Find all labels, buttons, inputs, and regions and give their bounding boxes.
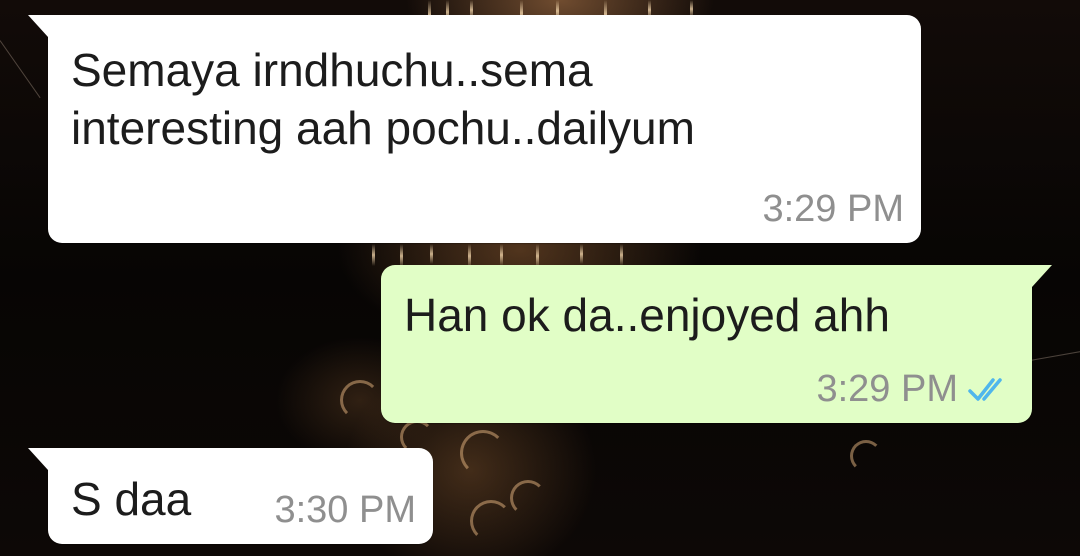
message-text: S daa (71, 473, 192, 525)
double-check-read-icon (968, 378, 1002, 401)
bubble-tail (28, 448, 48, 470)
bubble-tail (1032, 265, 1052, 287)
incoming-message[interactable]: Semaya irndhuchu..sema interesting aah p… (28, 15, 921, 243)
outgoing-message[interactable]: Han ok da..enjoyed ahh 3:29 PM (381, 265, 1052, 423)
bubble-tail (28, 15, 48, 37)
message-text: Han ok da..enjoyed ahh (404, 289, 890, 341)
message-timestamp: 3:29 PM (762, 188, 904, 230)
message-timestamp: 3:29 PM (816, 368, 958, 410)
message-timestamp: 3:30 PM (274, 489, 416, 531)
message-text: Semaya irndhuchu..sema interesting aah p… (71, 44, 695, 154)
incoming-message[interactable]: S daa 3:30 PM (28, 448, 433, 544)
